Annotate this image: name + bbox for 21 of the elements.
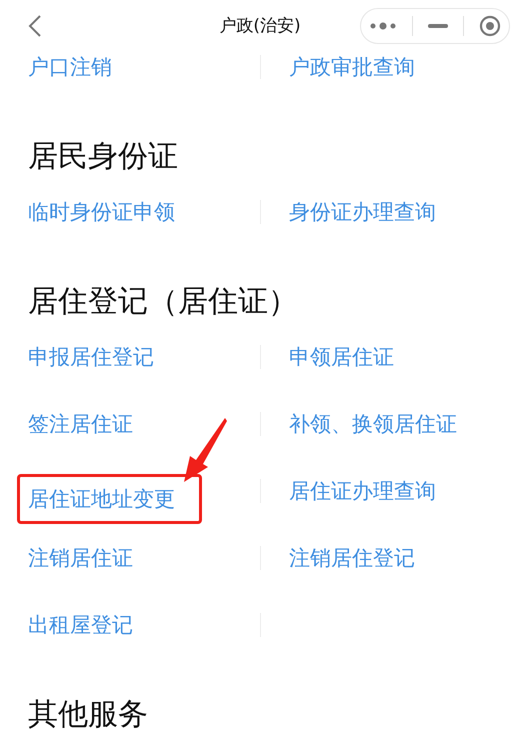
section-heading: 居住登记（居住证） bbox=[27, 285, 299, 319]
more-icon[interactable] bbox=[368, 21, 397, 31]
service-link[interactable]: 户政审批查询 bbox=[289, 53, 415, 81]
service-link[interactable]: 申报居住登记 bbox=[28, 343, 154, 371]
back-icon[interactable] bbox=[28, 14, 42, 38]
service-link[interactable]: 身份证办理查询 bbox=[289, 198, 436, 226]
service-link[interactable]: 注销居住证 bbox=[28, 544, 133, 572]
service-link[interactable]: 补领、换领居住证 bbox=[289, 410, 457, 438]
service-link[interactable]: 签注居住证 bbox=[28, 410, 133, 438]
page-title: 户政(治安) bbox=[219, 15, 301, 37]
service-link[interactable]: 居住证地址变更 bbox=[17, 474, 202, 524]
service-link[interactable]: 申领居住证 bbox=[289, 343, 394, 371]
service-link[interactable]: 居住证办理查询 bbox=[289, 477, 436, 505]
minimize-icon[interactable] bbox=[428, 24, 448, 28]
service-link[interactable]: 户口注销 bbox=[28, 53, 112, 81]
close-icon[interactable] bbox=[479, 15, 502, 37]
service-link[interactable]: 注销居住登记 bbox=[289, 544, 415, 572]
section-heading: 其他服务 bbox=[27, 698, 149, 732]
section-heading: 居民身份证 bbox=[27, 140, 179, 174]
service-link[interactable]: 临时身份证申领 bbox=[28, 198, 175, 226]
service-link[interactable]: 出租屋登记 bbox=[28, 611, 133, 639]
